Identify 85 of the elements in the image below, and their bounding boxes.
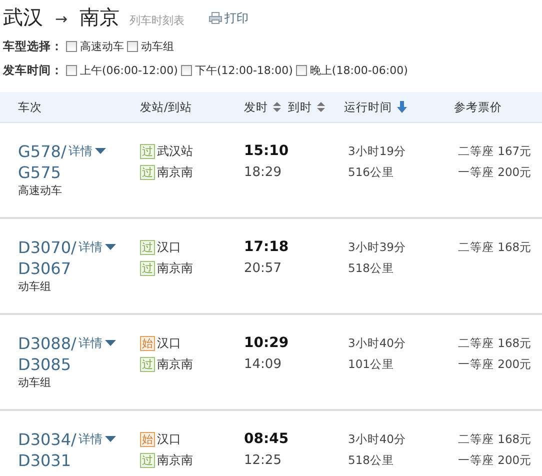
station-name: 汉口: [157, 335, 181, 352]
departure-time: 17:18: [244, 239, 289, 255]
page-subtitle: 列车时刻表: [130, 13, 185, 28]
details-link[interactable]: 详情: [78, 431, 116, 448]
station-badge: 始: [140, 432, 155, 447]
travel-duration: 3小时39分: [348, 240, 406, 254]
arrival-time: 12:25: [244, 453, 282, 468]
departure-time: 10:29: [244, 335, 289, 351]
arrival-time: 18:29: [244, 165, 282, 180]
station-badge: 过: [140, 240, 155, 255]
checkbox[interactable]: [66, 40, 77, 52]
train-number[interactable]: D3085: [18, 355, 72, 374]
train-type: 动车组: [18, 376, 51, 389]
station-name: 南京南: [157, 164, 193, 181]
origin-city: 武汉: [3, 4, 43, 31]
station-badge: 过: [140, 357, 155, 372]
ticket-price: 二等座 168元: [458, 336, 532, 350]
train-number[interactable]: D3070/: [18, 237, 76, 258]
sort-descending-icon: [397, 101, 407, 113]
caret-icon: [95, 148, 106, 155]
checkbox[interactable]: [296, 64, 307, 76]
train-type: 动车组: [18, 280, 51, 293]
column-header[interactable]: 运行时间: [344, 100, 454, 114]
station-badge: 始: [140, 336, 155, 351]
filter-label: 车型选择：: [3, 38, 63, 54]
travel-duration: 3小时40分: [348, 432, 406, 446]
ticket-price: 一等座 200元: [458, 357, 532, 371]
ticket-price: 一等座 200元: [458, 165, 532, 179]
travel-duration: 3小时19分: [348, 144, 406, 158]
arrival-time: 20:57: [244, 261, 282, 276]
station-name: 汉口: [157, 431, 181, 448]
station-badge: 过: [140, 144, 155, 159]
travel-distance: 518公里: [348, 261, 394, 275]
destination-city: 南京: [80, 4, 120, 31]
ticket-price: 二等座 168元: [458, 432, 532, 446]
arrival-time: 14:09: [244, 357, 282, 372]
station-badge: 过: [140, 453, 155, 468]
details-link[interactable]: 详情: [68, 143, 106, 160]
train-number[interactable]: G575: [18, 163, 61, 182]
ticket-price: 二等座 167元: [458, 144, 532, 158]
checkbox-label[interactable]: 上午(06:00-12:00): [80, 62, 178, 78]
sort-icon: [317, 101, 325, 113]
column-header[interactable]: 发时: [244, 100, 288, 114]
train-number[interactable]: G578/: [18, 141, 66, 162]
station-name: 武汉站: [157, 143, 193, 160]
station-name: 汉口: [157, 239, 181, 256]
caret-icon: [105, 340, 116, 347]
station-badge: 过: [140, 261, 155, 276]
ticket-price: 二等座 168元: [458, 240, 532, 254]
station-badge: 过: [140, 165, 155, 180]
column-header: 发站/到站: [140, 100, 193, 114]
travel-distance: 518公里: [348, 453, 394, 467]
print-link[interactable]: 打印: [208, 10, 249, 26]
caret-icon: [105, 436, 116, 443]
checkbox-label[interactable]: 晚上(18:00-06:00): [310, 62, 408, 78]
checkbox[interactable]: [66, 64, 77, 76]
details-link[interactable]: 详情: [78, 239, 116, 256]
checkbox-label[interactable]: 高速动车: [80, 38, 124, 54]
train-number[interactable]: D3031: [18, 451, 72, 470]
checkbox[interactable]: [127, 40, 138, 52]
station-name: 南京南: [157, 356, 193, 373]
travel-duration: 3小时40分: [348, 336, 406, 350]
station-name: 南京南: [157, 452, 193, 469]
travel-distance: 516公里: [348, 165, 394, 179]
checkbox-label[interactable]: 动车组: [141, 38, 174, 54]
station-name: 南京南: [157, 260, 193, 277]
checkbox[interactable]: [180, 64, 192, 76]
train-number[interactable]: D3088/: [18, 333, 76, 354]
printer-icon: [208, 12, 222, 24]
caret-icon: [105, 244, 116, 251]
checkbox-label[interactable]: 下午(12:00-18:00): [194, 62, 293, 78]
column-header: 车次: [17, 100, 43, 114]
train-type: 高速动车: [18, 184, 62, 197]
travel-distance: 101公里: [348, 357, 394, 371]
column-header[interactable]: 到时: [288, 100, 344, 114]
train-number[interactable]: D3067: [18, 259, 72, 278]
ticket-price: 一等座 200元: [458, 453, 532, 467]
route-arrow: →: [55, 10, 68, 28]
column-header: 参考票价: [454, 100, 502, 114]
departure-time: 15:10: [244, 143, 289, 159]
details-link[interactable]: 详情: [78, 335, 116, 352]
sort-icon: [273, 101, 281, 113]
train-number[interactable]: D3034/: [18, 429, 76, 450]
departure-time: 08:45: [244, 431, 289, 447]
filter-label: 发车时间：: [3, 62, 63, 78]
